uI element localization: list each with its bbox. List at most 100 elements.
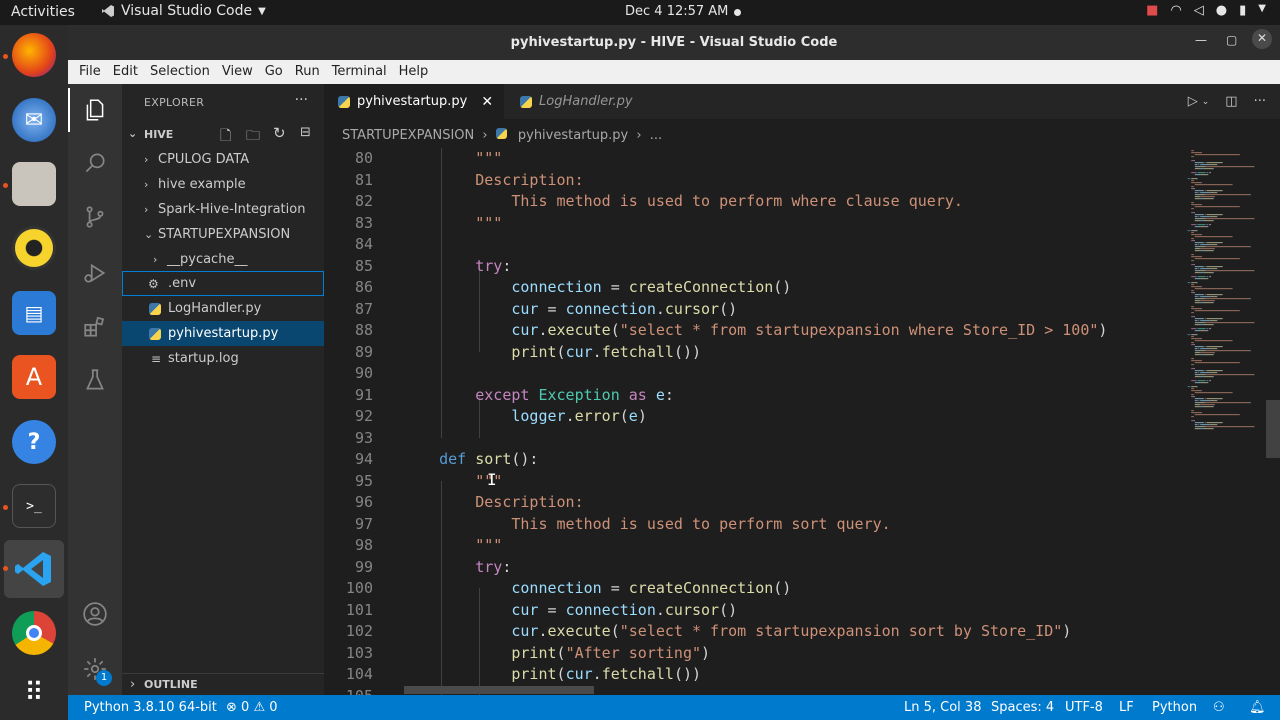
tree-folder-hive-example[interactable]: › hive example <box>122 172 324 197</box>
tab-loghandler[interactable]: LogHandler.py <box>504 84 664 119</box>
search-icon[interactable] <box>68 141 122 185</box>
line-number: 83 <box>354 213 373 232</box>
menu-edit[interactable]: Edit <box>107 60 144 84</box>
minimize-button[interactable]: — <box>1195 33 1207 47</box>
line-number: 94 <box>354 450 373 468</box>
thunderbird-icon[interactable]: ✉ <box>12 98 56 142</box>
minimap-line <box>1206 346 1221 348</box>
files-icon[interactable] <box>12 162 56 206</box>
indentation[interactable]: Spaces: 4 <box>991 700 1054 715</box>
tree-file-env[interactable]: ⚙ .env <box>122 271 324 296</box>
outline-section-header[interactable]: › OUTLINE <box>122 673 324 695</box>
python-interpreter[interactable]: Python 3.8.10 64-bit <box>84 700 217 715</box>
feedback-icon[interactable]: ⚇ <box>1213 700 1225 715</box>
chevron-right-icon: › <box>636 128 642 143</box>
chevron-down-icon[interactable]: ⌄ <box>1202 94 1210 109</box>
minimap-line <box>1210 380 1211 382</box>
tree-folder-cpulog-data[interactable]: › CPULOG DATA <box>122 147 324 172</box>
minimap-line <box>1213 196 1215 198</box>
code-line: 93 <box>324 429 1176 451</box>
split-editor-icon[interactable]: ◫ <box>1225 94 1237 109</box>
menu-run[interactable]: Run <box>289 60 326 84</box>
refresh-icon[interactable]: ↻ <box>273 124 286 142</box>
line-number: 99 <box>354 557 373 576</box>
rhythmbox-icon[interactable] <box>12 226 56 270</box>
new-file-icon[interactable]: 🗋 <box>220 125 231 149</box>
tree-folder-spark-hive-integration[interactable]: › Spark-Hive-Integration <box>122 197 324 222</box>
show-applications-icon[interactable]: ⠿ <box>12 671 56 715</box>
explorer-icon[interactable] <box>68 88 122 132</box>
code-text: try: <box>403 558 511 576</box>
code-line: 102 cur.execute("select * from startupex… <box>324 622 1176 644</box>
menu-help[interactable]: Help <box>393 60 435 84</box>
code-token: . <box>538 321 548 339</box>
menu-terminal[interactable]: Terminal <box>326 60 393 84</box>
new-folder-icon[interactable]: 🗀 <box>246 125 260 149</box>
code-token: = <box>601 579 629 597</box>
accounts-icon[interactable] <box>68 592 122 636</box>
workspace-header[interactable]: ⌄ HIVE 🗋 🗀 ↻ ⊟ <box>122 124 324 146</box>
firefox-icon[interactable] <box>12 33 56 77</box>
window-titlebar[interactable]: pyhivestartup.py - HIVE - Visual Studio … <box>68 25 1280 60</box>
code-token: print <box>511 643 557 662</box>
run-debug-icon[interactable] <box>68 251 122 295</box>
menu-go[interactable]: Go <box>259 60 289 84</box>
manage-gear-icon[interactable] <box>68 647 122 691</box>
help-icon[interactable]: ? <box>12 420 56 464</box>
close-icon[interactable]: ✕ <box>481 94 493 110</box>
problems-indicator[interactable]: ⊗ 0 ⚠ 0 <box>226 700 278 715</box>
system-tray[interactable]: ■ ◠ ◁ ● ▮ ▼ <box>1146 3 1266 18</box>
tree-file-startup-log[interactable]: ≡ startup.log <box>122 346 324 371</box>
testing-icon[interactable] <box>68 358 122 402</box>
tab-pyhivestartup[interactable]: pyhivestartup.py ✕ <box>324 84 504 119</box>
code-token: (): <box>511 450 539 468</box>
tree-file-pyhivestartup[interactable]: pyhivestartup.py <box>122 321 324 346</box>
menu-selection[interactable]: Selection <box>144 60 216 84</box>
chrome-icon[interactable] <box>12 611 56 655</box>
vertical-scrollbar-thumb[interactable] <box>1266 400 1280 458</box>
line-ending[interactable]: LF <box>1119 700 1134 715</box>
more-actions-icon[interactable]: ··· <box>1254 94 1266 109</box>
breadcrumb-file[interactable]: pyhivestartup.py <box>518 128 628 143</box>
minimap-line <box>1194 400 1198 402</box>
maximize-button[interactable]: ▢ <box>1226 33 1237 47</box>
extensions-icon[interactable] <box>68 305 122 349</box>
chevron-right-icon: › <box>153 253 158 266</box>
code-text: print("After sorting") <box>403 644 710 662</box>
close-window-button[interactable]: ✕ <box>1252 29 1272 49</box>
minimap-line <box>1209 372 1211 374</box>
minimap-line <box>1204 194 1206 196</box>
libreoffice-writer-icon[interactable]: ▤ <box>12 291 56 335</box>
tree-file-loghandler[interactable]: LogHandler.py <box>122 296 324 321</box>
minimap[interactable] <box>1176 148 1280 695</box>
tree-folder-startupexpansion[interactable]: ⌄ STARTUPEXPANSION <box>122 222 324 247</box>
code-editor[interactable]: 80 """ 81 Description: 82 This method is u… <box>324 148 1176 695</box>
tree-folder-pycache[interactable]: › __pycache__ <box>122 247 324 272</box>
run-file-icon[interactable]: ▷ <box>1188 94 1198 109</box>
cursor-position[interactable]: Ln 5, Col 38 <box>904 700 981 715</box>
horizontal-scrollbar[interactable] <box>404 686 594 694</box>
clock[interactable]: Dec 4 12:57 AM <box>625 4 728 19</box>
tree-item-label: pyhivestartup.py <box>168 326 279 341</box>
encoding[interactable]: UTF-8 <box>1065 700 1103 715</box>
menu-file[interactable]: File <box>73 60 107 84</box>
terminal-icon[interactable]: >_ <box>12 484 56 528</box>
software-center-icon[interactable]: A <box>12 355 56 399</box>
source-control-icon[interactable] <box>68 195 122 239</box>
error-icon: ⊗ <box>226 700 237 715</box>
vscode-icon[interactable] <box>12 547 56 591</box>
breadcrumb-symbol[interactable]: ... <box>650 128 662 143</box>
collapse-all-icon[interactable]: ⊟ <box>300 125 311 140</box>
more-actions-icon[interactable]: ··· <box>295 92 308 108</box>
code-line: 97 This method is used to perform sort q… <box>324 515 1176 537</box>
notifications-bell-icon[interactable]: 🔔︎ <box>1249 700 1266 715</box>
breadcrumb-folder[interactable]: STARTUPEXPANSION <box>342 128 474 143</box>
language-mode[interactable]: Python <box>1152 700 1197 715</box>
activities-button[interactable]: Activities <box>11 4 75 20</box>
menu-view[interactable]: View <box>216 60 259 84</box>
code-token: connection <box>511 579 602 597</box>
minimap-line <box>1220 190 1223 192</box>
code-token: Exception <box>538 385 620 404</box>
app-menu[interactable]: Visual Studio Code ▼ <box>101 3 266 19</box>
